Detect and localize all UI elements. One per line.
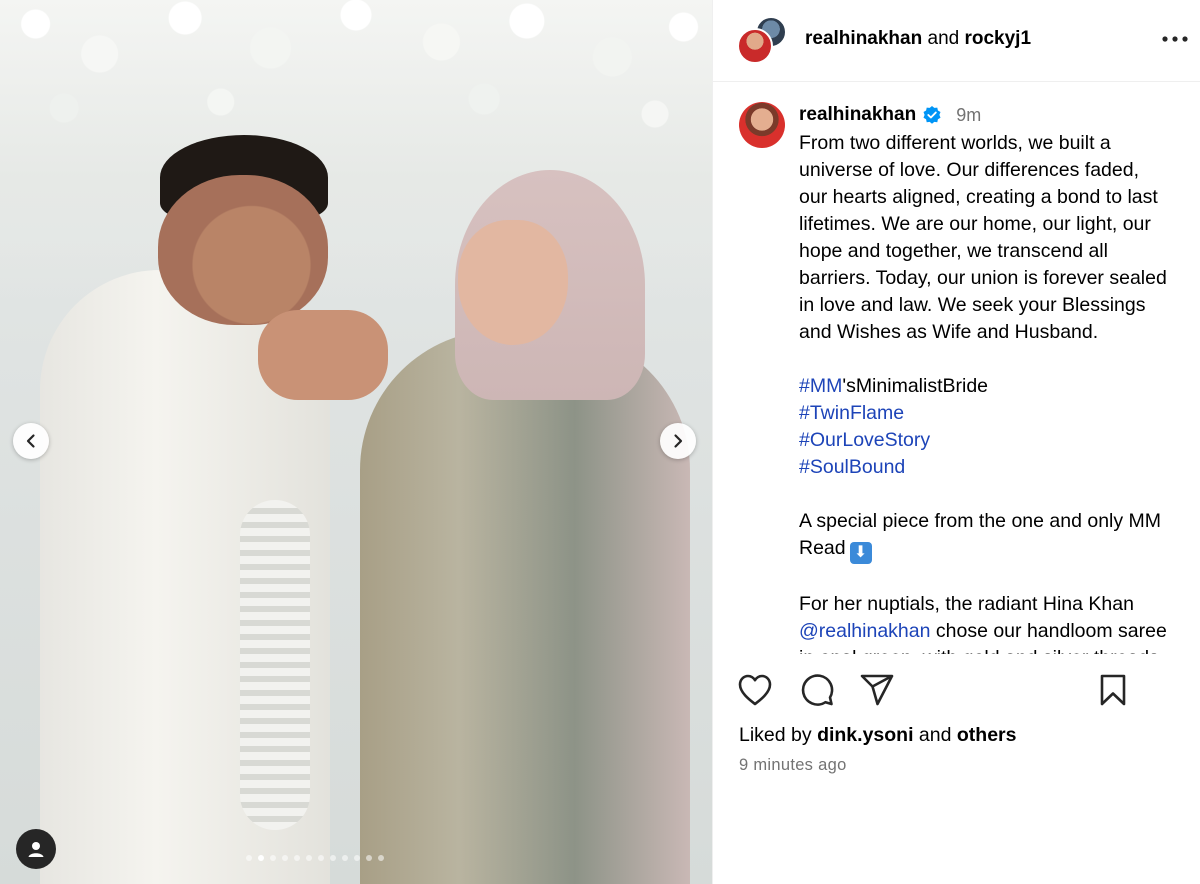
caption-line: hope and together, we transcend all	[799, 240, 1108, 262]
more-horizontal-icon	[1162, 36, 1188, 42]
previous-slide-button[interactable]	[13, 423, 49, 459]
header-primary-user[interactable]: realhinakhan	[805, 28, 922, 49]
mention-realhinakhan[interactable]: @realhinakhan	[799, 620, 930, 642]
carousel-dot	[294, 855, 300, 861]
comment-button[interactable]	[797, 668, 837, 712]
avatar-realhinakhan[interactable]	[737, 28, 773, 64]
action-bar	[713, 668, 1200, 718]
likes-others[interactable]: others	[957, 724, 1017, 746]
verified-badge-icon	[923, 106, 941, 124]
tagged-users-button[interactable]	[16, 829, 56, 869]
hashtag-line: #SoulBound	[799, 454, 1195, 481]
post-header: realhinakhan and rockyj1	[713, 0, 1200, 82]
caption-line: Read ⬇	[799, 535, 1195, 564]
carousel-dot	[282, 855, 288, 861]
carousel-dot	[354, 855, 360, 861]
more-options-button[interactable]	[1161, 26, 1189, 52]
user-tag-icon	[28, 842, 44, 857]
caption-line: For her nuptials, the radiant Hina Khan	[799, 593, 1134, 615]
carousel-dot	[378, 855, 384, 861]
hashtag-line: #MM'sMinimalistBride	[799, 373, 1195, 400]
carousel-dot	[270, 855, 276, 861]
header-joiner: and	[927, 28, 960, 49]
chevron-right-icon	[674, 434, 683, 448]
down-arrow-emoji-icon: ⬇	[849, 542, 872, 564]
hashtag-line: #OurLoveStory	[799, 427, 1195, 454]
groom-head	[158, 175, 328, 325]
carousel-dot	[318, 855, 324, 861]
caption-section: realhinakhan 9m From two different world…	[713, 82, 1200, 654]
bride-face	[458, 220, 568, 345]
carousel-indicators	[246, 855, 384, 861]
bookmark-icon	[1100, 674, 1126, 706]
post-timestamp: 9 minutes ago	[739, 756, 847, 774]
hashtag-line: #TwinFlame	[799, 400, 1195, 427]
caption-line: @realhinakhan chose our handloom saree	[799, 618, 1195, 645]
next-slide-button[interactable]	[660, 423, 696, 459]
carousel-dot	[258, 855, 264, 861]
caption-time: 9m	[956, 104, 982, 125]
hashtag-twinflame[interactable]: #TwinFlame	[799, 402, 904, 424]
likes-prefix: Liked by	[739, 724, 812, 746]
comment-icon	[801, 674, 834, 706]
caption-line: barriers. Today, our union is forever se…	[799, 267, 1167, 289]
caption-mention-rest: chose our handloom saree	[930, 620, 1167, 642]
caption-line: our hearts aligned, creating a bond to l…	[799, 186, 1158, 208]
paper-plane-icon	[860, 674, 894, 706]
bride-figure	[360, 330, 690, 884]
post-media[interactable]	[0, 0, 712, 884]
hashtag-ourlovestory[interactable]: #OurLoveStory	[799, 429, 930, 451]
hashtag-mm-suffix: 'sMinimalistBride	[842, 375, 989, 397]
carousel-dot	[330, 855, 336, 861]
joined-hands	[258, 310, 388, 400]
caption-header: realhinakhan 9m	[799, 104, 981, 126]
caption-line: in opal green, with gold and silver thre…	[799, 645, 1195, 654]
share-button[interactable]	[857, 668, 897, 712]
caption-line: and Wishes as Wife and Husband.	[799, 321, 1099, 343]
caption-avatar[interactable]	[739, 102, 785, 148]
header-collaborator[interactable]: rockyj1	[964, 28, 1031, 49]
chevron-left-icon	[26, 434, 35, 448]
like-button[interactable]	[735, 668, 775, 712]
collab-avatars[interactable]	[737, 14, 789, 66]
caption-username[interactable]: realhinakhan	[799, 104, 916, 126]
flower-garland	[240, 500, 310, 830]
caption-line: A special piece from the one and only MM	[799, 510, 1162, 532]
heart-icon	[738, 674, 772, 706]
likes-joiner: and	[918, 724, 952, 746]
read-text: Read	[799, 537, 846, 559]
carousel-dot	[366, 855, 372, 861]
likes-summary: Liked by dink.ysoni and others	[739, 724, 1017, 747]
hashtag-mm[interactable]: #MM	[799, 375, 842, 397]
caption-text: From two different worlds, we built a un…	[799, 130, 1195, 654]
caption-line: lifetimes. We are our home, our light, o…	[799, 213, 1151, 235]
carousel-dot	[342, 855, 348, 861]
caption-line: universe of love. Our differences faded,	[799, 159, 1140, 181]
caption-line: in love and law. We seek your Blessings	[799, 294, 1146, 316]
post-panel: realhinakhan and rockyj1 realhinakhan 9m…	[712, 0, 1200, 884]
hashtag-soulbound[interactable]: #SoulBound	[799, 456, 905, 478]
likes-user[interactable]: dink.ysoni	[817, 724, 913, 746]
save-button[interactable]	[1093, 668, 1133, 712]
carousel-dot	[246, 855, 252, 861]
carousel-dot	[306, 855, 312, 861]
header-title: realhinakhan and rockyj1	[805, 28, 1031, 50]
caption-line: From two different worlds, we built a	[799, 132, 1111, 154]
